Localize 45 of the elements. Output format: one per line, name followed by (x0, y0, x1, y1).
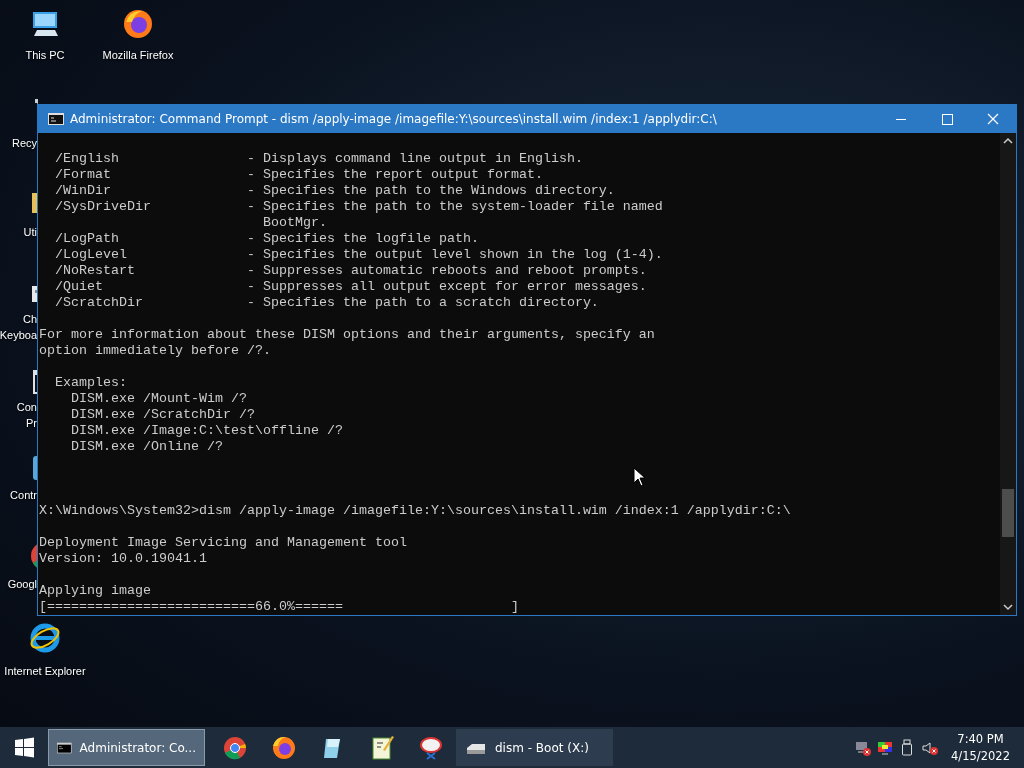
taskbar-button[interactable]: dism - Boot (X:) (456, 729, 613, 766)
console-line: Examples: (54, 375, 128, 391)
console-line: Deployment Image Servicing and Management tool (39, 535, 408, 551)
speaker-muted-icon[interactable] (921, 739, 940, 756)
scrollbar-thumb[interactable] (1002, 489, 1014, 537)
console-line: DISM.exe /Image:C:\test\offline /? (70, 423, 344, 439)
clock-time[interactable]: 7:40 PM (957, 730, 1004, 748)
console-line: BootMgr. (261, 215, 328, 231)
icon-label: Internet Explorer (3, 665, 87, 677)
taskbar-button[interactable]: Administrator: Co... (48, 729, 205, 766)
console-line: For more information about these DISM options and their arguments, specify an (39, 327, 656, 343)
console-line: /Quiet - Suppresses all output except for error messages. (54, 279, 648, 295)
icon-label: Mozilla Firefox (101, 49, 175, 61)
icon-label: This PC (24, 49, 66, 61)
console-line: /SysDriveDir - Specifies the path to the system-loader file named (54, 199, 664, 215)
icon-label: Uti (23, 226, 37, 238)
scrollbar[interactable] (1000, 133, 1016, 615)
console-line: DISM.exe /Mount-Wim /? (70, 391, 248, 407)
icon-label: Recy (11, 137, 37, 149)
console-line: /LogLevel - Specifies the output level shown in the log (1-4). (54, 247, 664, 263)
globe-icon[interactable] (29, 622, 61, 654)
clock-date[interactable]: 4/15/2022 (951, 747, 1010, 765)
console-line: /NoRestart - Suppresses automatic reboots and reboot prompts. (54, 263, 648, 279)
icon-label: Con (16, 401, 37, 413)
console-line: /Format - Specifies the report output format. (54, 167, 544, 183)
icon-label: Ch (22, 313, 37, 325)
console-line: DISM.exe /ScratchDir /? (70, 407, 256, 423)
console-line: X:\Windows\System32>dism /apply-image /imagefile:Y:\sources\install.wim /index:1 /applydir:C:\ (39, 503, 792, 519)
console-line: /ScratchDir - Specifies the path to a scratch directory. (54, 295, 600, 311)
console-line: Applying image (39, 583, 152, 599)
icon-label: Contr (10, 489, 37, 501)
icon-label: Pr (26, 417, 37, 429)
console-line: [==========================66.0%====== ] (39, 599, 520, 615)
console-line: DISM.exe /Online /? (70, 439, 224, 455)
console-line: Version: 10.0.19041.1 (39, 551, 208, 567)
network-icon[interactable] (855, 739, 872, 756)
console-line: /English - Displays command line output in English. (54, 151, 584, 167)
pointer-icon (633, 467, 645, 487)
console-line: /WinDir - Specifies the path to the Windows directory. (54, 183, 616, 199)
icon-label: Googl (7, 578, 37, 590)
window-title: Administrator: Command Prompt - dism /apply-image /imagefile:Y:\sources\install.wim /index:1 /applydir:C:\ (70, 112, 718, 126)
icon-label: Keyboa (0, 329, 37, 341)
console-line: /LogPath - Specifies the logfile path. (54, 231, 480, 247)
console-line: option immediately before /?. (39, 343, 272, 359)
color-display-icon[interactable] (877, 739, 894, 756)
